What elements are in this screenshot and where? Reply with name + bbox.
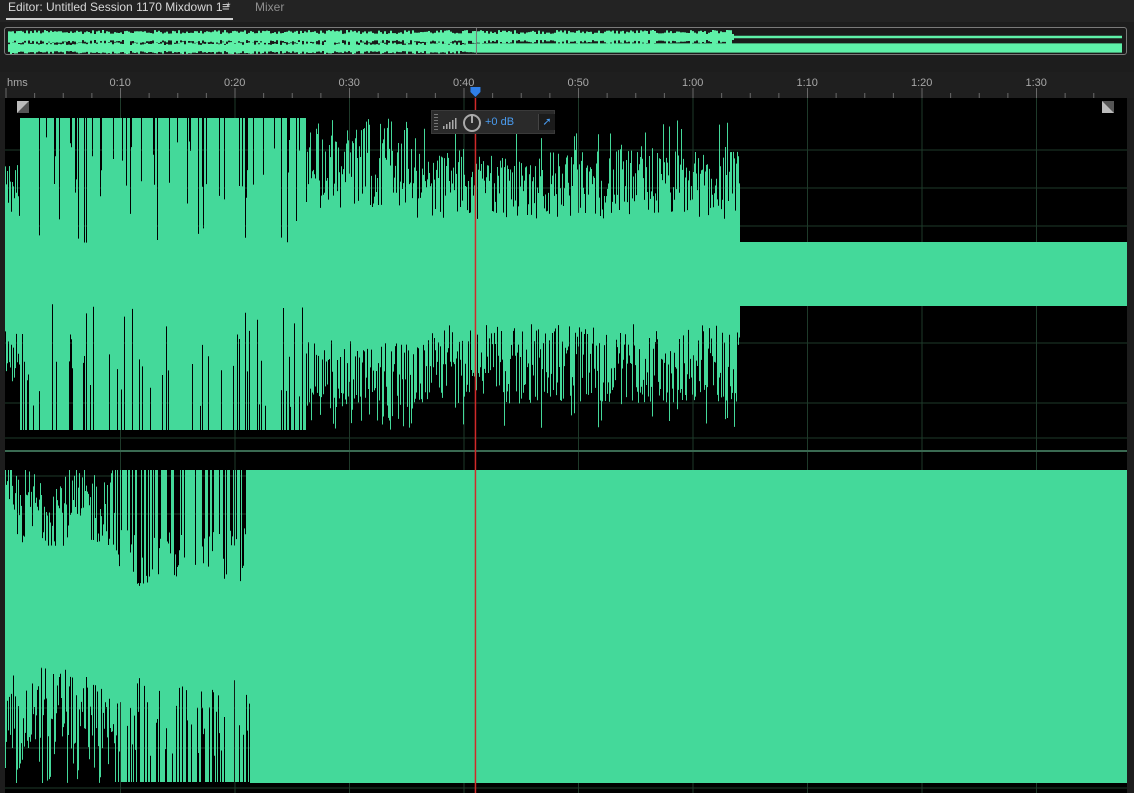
hud-grip-handle[interactable] [434,114,438,130]
ruler-tick-label: 1:10 [797,77,818,89]
overview-navigator[interactable] [4,27,1127,55]
playhead-marker-icon[interactable] [470,87,481,97]
pin-icon[interactable]: ➚ [538,114,555,130]
overview-wave-path [8,30,1122,54]
ruler-tick-label: 1:00 [682,77,703,89]
ruler-ticks: hms 0:10 0:20 0:30 0:40 0:50 1:00 1:10 1:20 1:30 [5,77,1095,98]
tab-bar: Editor: Untitled Session 1170 Mixdown 1 … [0,0,1134,22]
volume-value: +0 dB [485,116,515,128]
ruler-tick-label: 1:30 [1026,77,1047,89]
tab-editor[interactable]: Editor: Untitled Session 1170 Mixdown 1 … [6,0,233,20]
volume-hud[interactable]: +0 dB ➚ [431,110,555,134]
ruler-tick-label: 0:20 [224,77,245,89]
fade-out-handle-icon[interactable] [1102,101,1114,113]
time-ruler[interactable]: hms 0:10 0:20 0:30 0:40 0:50 1:00 1:10 1:20 1:30 [0,72,1134,98]
level-meter-icon [443,118,457,129]
fade-in-handle-icon[interactable] [17,101,29,113]
ruler-tick-label: 0:10 [110,77,131,89]
ruler-unit-label: hms [7,77,28,89]
volume-knob-icon[interactable] [463,114,481,132]
channel-right-waveform [5,470,1127,783]
waveform-channels [5,98,1127,793]
tab-mixer[interactable]: Mixer [255,0,284,18]
ruler-tick-label: 0:50 [568,77,589,89]
channel-left-waveform [5,118,1127,430]
menu-icon[interactable]: ≡ [222,0,230,18]
waveform-display[interactable] [5,98,1127,793]
ruler-tick-label: 0:30 [339,77,360,89]
ruler-tick-label: 1:20 [911,77,932,89]
overview-waveform [8,28,1122,54]
